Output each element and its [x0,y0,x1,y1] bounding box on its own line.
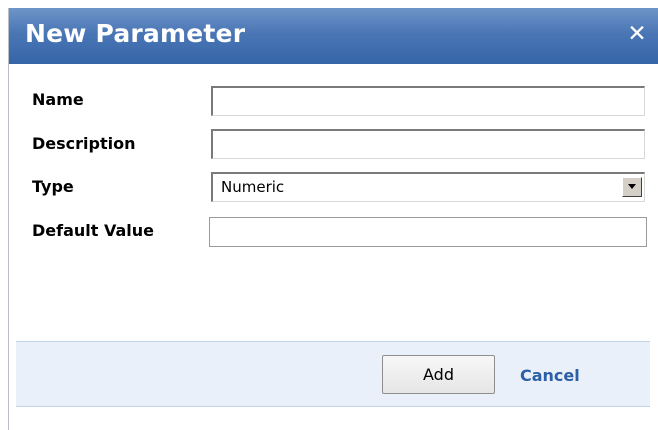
cancel-link[interactable]: Cancel [520,366,580,385]
default-value-label: Default Value [32,221,155,240]
dialog-title: New Parameter [25,19,246,48]
close-icon[interactable]: ✕ [623,19,651,49]
name-field[interactable] [211,86,645,116]
description-field[interactable] [211,129,645,159]
type-label: Type [32,177,74,196]
dialog-titlebar: New Parameter ✕ [9,8,658,64]
description-label: Description [32,134,136,153]
default-value-field[interactable] [209,217,647,247]
name-label: Name [32,90,84,109]
add-button[interactable]: Add [382,355,495,394]
type-select-value: Numeric [221,178,285,196]
type-select[interactable]: Numeric [211,172,645,202]
chevron-down-icon[interactable] [622,177,642,197]
chevron-down-glyph [628,184,636,189]
